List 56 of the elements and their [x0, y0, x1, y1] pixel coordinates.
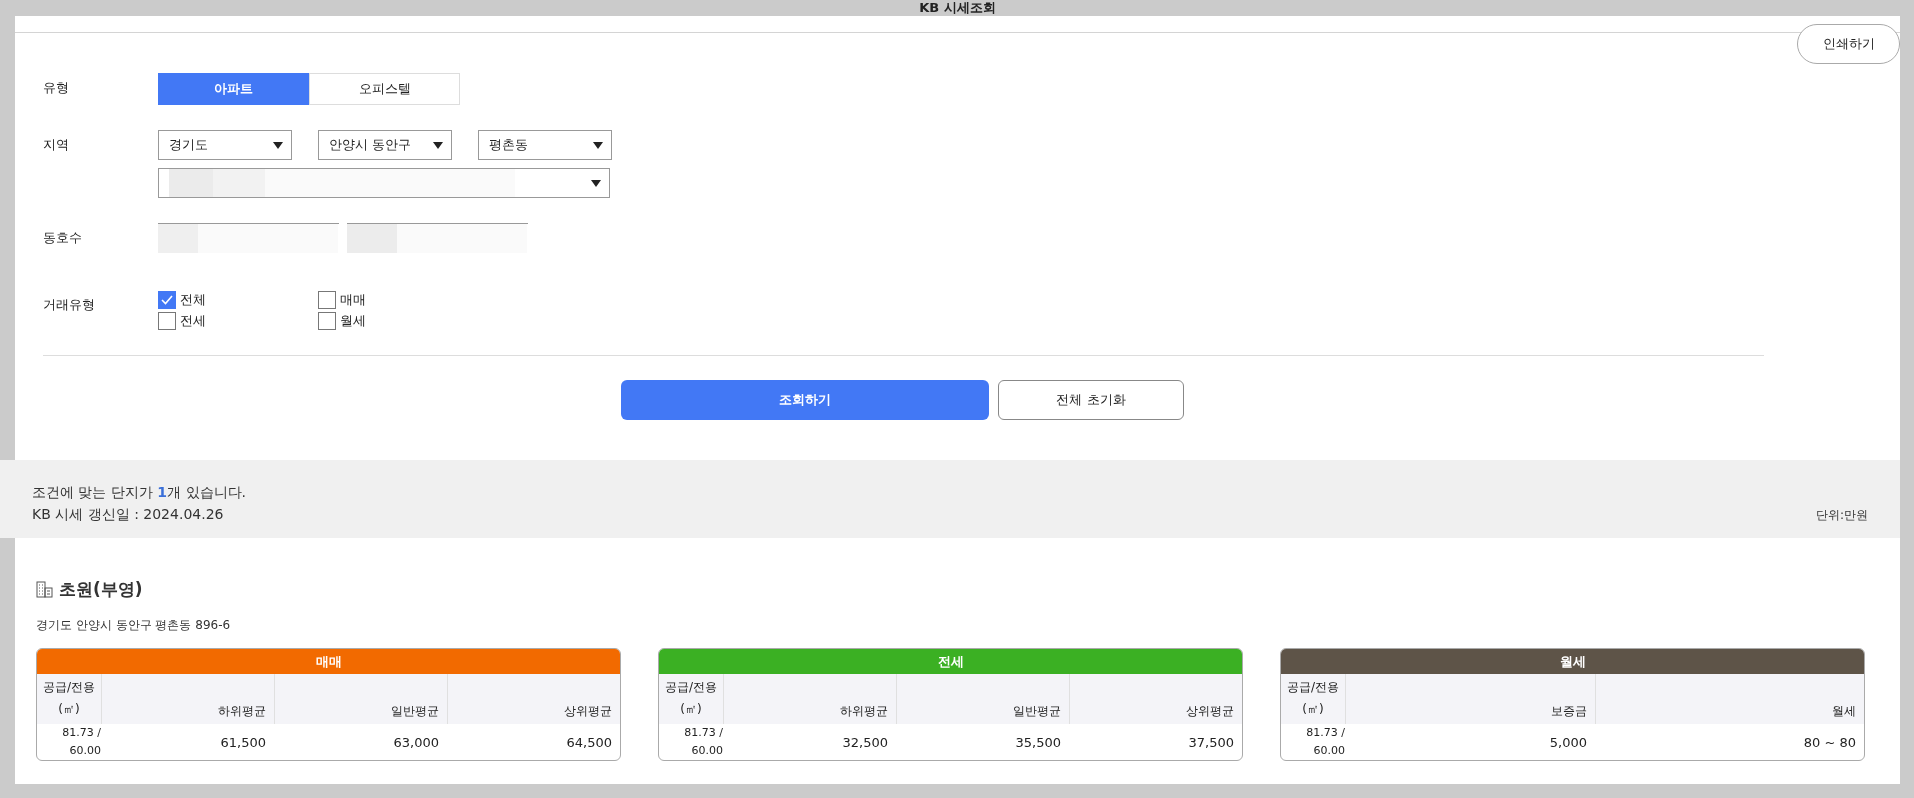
- column-header: 보증금: [1345, 674, 1595, 724]
- dropdown-caret-icon: [273, 141, 283, 149]
- complex-select[interactable]: [158, 168, 610, 198]
- reset-button[interactable]: 전체 초기화: [998, 380, 1184, 420]
- table-cell-text: 37,500: [1187, 733, 1235, 752]
- table-cell-text: 81.73 / 60.00: [683, 725, 723, 759]
- table-cell-text: 63,000: [392, 733, 440, 752]
- table-cell-text: 61,500: [219, 733, 267, 752]
- building-select[interactable]: [158, 223, 339, 253]
- window-title: KB 시세조회: [919, 0, 996, 16]
- unit-select[interactable]: [347, 223, 528, 253]
- dropdown-caret-icon: [593, 141, 603, 149]
- table-title: 월세: [1281, 649, 1864, 674]
- table-cell-text: 35,500: [1014, 733, 1062, 752]
- table-cell-text: 81.73 / 60.00: [1305, 725, 1345, 759]
- region-select[interactable]: 안양시 동안구: [318, 130, 452, 160]
- table-cell-text: 5,000: [1548, 733, 1588, 752]
- deal-type-checkbox[interactable]: 월세: [318, 311, 478, 330]
- column-header: 일반평균: [896, 674, 1069, 724]
- column-header: 공급/전용 (㎡): [37, 674, 101, 724]
- table-cell-text: 81.73 / 60.00: [61, 725, 101, 759]
- update-date-text: KB 시세 갱신일 : 2024.04.26: [32, 506, 225, 524]
- deal-type-checkbox[interactable]: 매매: [318, 290, 478, 309]
- column-header: 일반평균: [274, 674, 447, 724]
- column-header: 공급/전용 (㎡): [659, 674, 723, 724]
- type-tab[interactable]: 아파트: [158, 73, 309, 105]
- search-button[interactable]: 조회하기: [621, 380, 989, 420]
- field-label: 지역: [43, 136, 70, 154]
- deal-type-checkbox[interactable]: 전세: [158, 311, 318, 330]
- table-cell-text: 64,500: [565, 733, 613, 752]
- deal-type-checkbox[interactable]: 전체: [158, 290, 318, 309]
- checkmark-icon: [161, 294, 173, 305]
- column-header: 월세: [1595, 674, 1864, 724]
- table-title: 매매: [37, 649, 620, 674]
- column-header: 상위평균: [447, 674, 620, 724]
- column-header: 하위평균: [723, 674, 896, 724]
- field-label: 거래유형: [43, 296, 96, 314]
- field-label: 유형: [43, 79, 70, 97]
- result-count-text: 조건에 맞는 단지가 1개 있습니다.: [32, 484, 246, 502]
- print-button[interactable]: 인쇄하기: [1797, 24, 1900, 64]
- field-label: 동호수: [43, 229, 83, 247]
- table-cell-text: 80 ~ 80: [1802, 733, 1857, 752]
- complex-name: 초원(부영): [59, 578, 143, 601]
- dropdown-caret-icon: [591, 179, 601, 187]
- unit-text: 단위:만원: [1815, 507, 1868, 524]
- table-title: 전세: [659, 649, 1242, 674]
- dropdown-caret-icon: [433, 141, 443, 149]
- table-cell-text: 32,500: [841, 733, 889, 752]
- column-header: 하위평균: [101, 674, 274, 724]
- region-select[interactable]: 평촌동: [478, 130, 612, 160]
- complex-address: 경기도 안양시 동안구 평촌동 896-6: [36, 617, 232, 634]
- column-header: 공급/전용 (㎡): [1281, 674, 1345, 724]
- region-select[interactable]: 경기도: [158, 130, 292, 160]
- building-icon: [36, 581, 53, 598]
- column-header: 상위평균: [1069, 674, 1242, 724]
- type-tab[interactable]: 오피스텔: [309, 73, 460, 105]
